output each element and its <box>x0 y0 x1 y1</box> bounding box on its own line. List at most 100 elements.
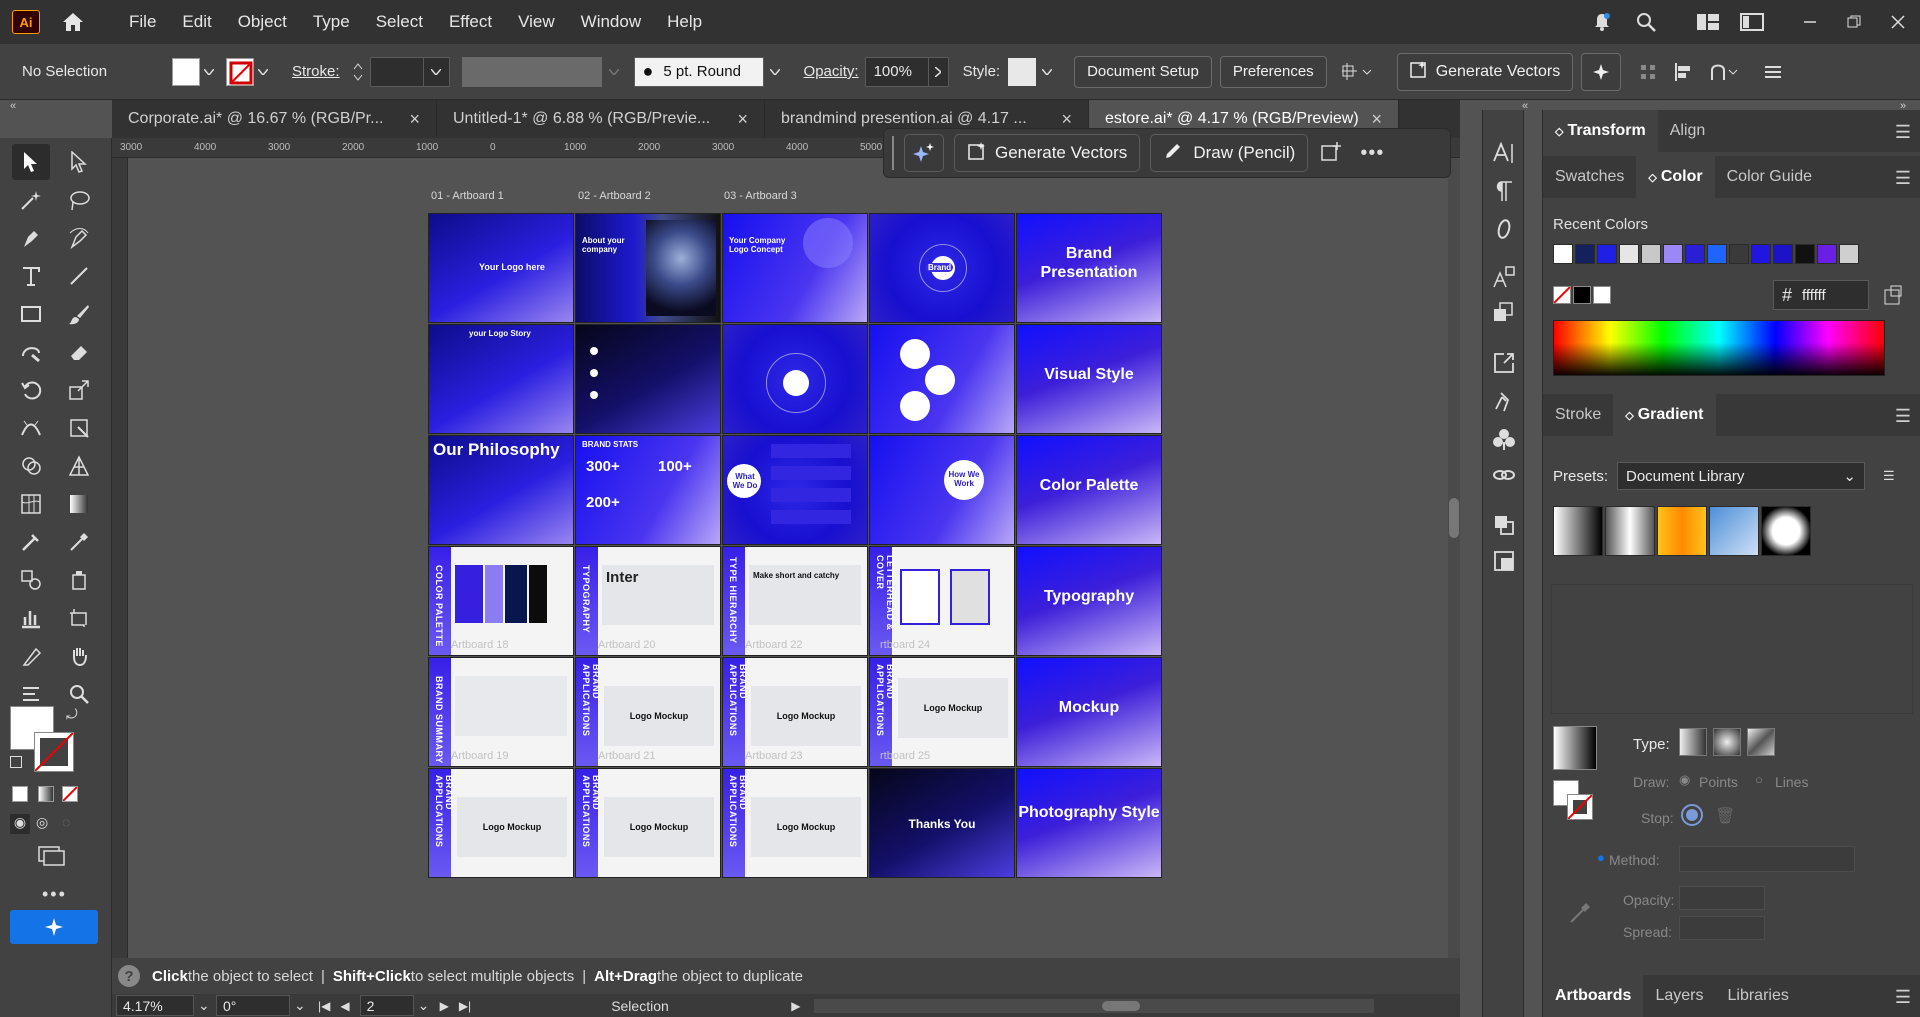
status-menu-icon[interactable]: ▶ <box>791 999 800 1013</box>
brush-definition[interactable]: ● 5 pt. Round <box>633 56 764 87</box>
artboard-26[interactable]: BRAND APPLICATIONS Logo Mockup <box>428 768 574 878</box>
gradient-preset-silver[interactable] <box>1605 506 1655 556</box>
eyedropper-icon[interactable] <box>1567 900 1593 929</box>
notification-bell-icon[interactable] <box>1580 0 1624 44</box>
menu-help[interactable]: Help <box>654 12 715 32</box>
recent-color-swatch[interactable] <box>1817 244 1837 264</box>
zoom-field[interactable]: 4.17% <box>116 995 194 1016</box>
artboard-6[interactable]: your Logo Story <box>428 324 574 434</box>
stroke-weight-field[interactable] <box>369 56 424 87</box>
previous-artboard-icon[interactable]: ◀ <box>340 999 349 1013</box>
scale-tool-icon[interactable] <box>60 372 98 408</box>
help-icon[interactable]: ? <box>118 965 140 987</box>
linear-gradient-icon[interactable] <box>1679 728 1707 756</box>
artboard-18[interactable]: COLOR PALETTE Artboard 18 <box>428 546 574 656</box>
selection-tool-icon[interactable] <box>12 144 50 180</box>
lines-radio-icon[interactable]: ○ <box>1755 772 1763 787</box>
stroke-color-swatch[interactable] <box>34 732 74 772</box>
panel-menu-icon[interactable]: ☰ <box>1895 122 1911 143</box>
generate-vectors-button[interactable]: Generate Vectors <box>1396 52 1574 91</box>
pen-tool-icon[interactable] <box>12 220 50 256</box>
artboard-9[interactable] <box>869 324 1015 434</box>
more-tools-icon[interactable]: ••• <box>42 884 67 905</box>
recent-color-swatch[interactable] <box>1729 244 1749 264</box>
chevron-right-icon[interactable] <box>928 56 949 87</box>
recent-color-swatch[interactable] <box>1773 244 1793 264</box>
gradient-mode-icon[interactable] <box>38 786 54 802</box>
perspective-grid-tool-icon[interactable] <box>60 448 98 484</box>
artboard-title[interactable]: 03 - Artboard 3 <box>724 190 797 202</box>
artboard-23[interactable]: BRAND APPLICATIONS Logo Mockup Artboard … <box>722 657 868 767</box>
pathfinder-icon[interactable] <box>1489 510 1519 540</box>
artboard-7[interactable] <box>575 324 721 434</box>
home-icon[interactable] <box>60 9 86 35</box>
recent-color-swatch[interactable] <box>1839 244 1859 264</box>
draw-pencil-button[interactable]: Draw (Pencil) <box>1150 134 1309 172</box>
magic-wand-tool-icon[interactable] <box>12 182 50 218</box>
stroke-swatch[interactable] <box>226 57 254 86</box>
artboard-3[interactable]: Your Company Logo Concept <box>722 213 868 323</box>
none-mode-icon[interactable] <box>62 786 78 802</box>
stroke-stepper[interactable] <box>350 61 366 83</box>
gradient-spread-field[interactable] <box>1679 916 1765 940</box>
lasso-tool-icon[interactable] <box>60 182 98 218</box>
menu-file[interactable]: File <box>116 12 169 32</box>
scroll-thumb[interactable] <box>1449 498 1459 538</box>
graphic-style-swatch[interactable] <box>1008 57 1037 86</box>
chevron-down-icon[interactable] <box>764 58 786 86</box>
opacity-label[interactable]: Opacity: <box>804 63 859 80</box>
brushes-icon[interactable] <box>1489 386 1519 416</box>
add-artboard-icon[interactable] <box>1320 141 1342 166</box>
recent-color-swatch[interactable] <box>1685 244 1705 264</box>
radial-gradient-icon[interactable] <box>1713 728 1741 756</box>
gradient-opacity-field[interactable] <box>1679 886 1765 910</box>
artboard-13[interactable]: What We Do <box>722 435 868 545</box>
presets-dropdown[interactable]: Document Library ⌄ <box>1617 462 1865 490</box>
scroll-thumb[interactable] <box>1102 1000 1141 1011</box>
width-tool-icon[interactable] <box>12 410 50 446</box>
next-artboard-icon[interactable]: ▶ <box>440 999 449 1013</box>
gradient-preset-orange[interactable] <box>1657 506 1707 556</box>
eyedropper-paint-icon[interactable] <box>12 524 50 560</box>
artboard-12[interactable]: BRAND STATS 300+ 100+ 200+ <box>575 435 721 545</box>
artboard-typography[interactable]: Typography <box>1016 546 1162 656</box>
tab-gradient[interactable]: ◇ Gradient <box>1613 394 1716 436</box>
gradient-preset-radial[interactable] <box>1761 506 1811 556</box>
points-radio-icon[interactable]: ◉ <box>1679 772 1690 788</box>
draw-inside-icon[interactable]: ◌ <box>62 814 70 830</box>
tab-color-guide[interactable]: Color Guide <box>1715 156 1824 198</box>
minimize-icon[interactable] <box>1788 0 1832 44</box>
rectangle-tool-icon[interactable] <box>12 296 50 332</box>
artboard-photography[interactable]: Photography Style <box>1016 768 1162 878</box>
stop-color-icon[interactable] <box>1681 804 1703 826</box>
recent-color-swatch[interactable] <box>1641 244 1661 264</box>
gradient-preset-white-black[interactable] <box>1553 506 1603 556</box>
chevron-down-icon[interactable] <box>200 58 218 86</box>
artboard-thanks[interactable]: Thanks You <box>869 768 1015 878</box>
close-icon[interactable]: × <box>1061 109 1072 130</box>
transparency-icon[interactable] <box>1489 546 1519 576</box>
collapse-toolbar-icon[interactable]: « <box>10 100 16 112</box>
artboard-5[interactable]: Brand Presentation <box>1016 213 1162 323</box>
symbols-icon[interactable] <box>1489 424 1519 454</box>
panel-menu-icon[interactable]: ☰ <box>1895 987 1911 1008</box>
eyedropper-tool-icon[interactable] <box>60 524 98 560</box>
panel-menu-icon[interactable]: ☰ <box>1895 406 1911 427</box>
chevron-down-icon[interactable]: ⌄ <box>294 997 318 1014</box>
preferences-button[interactable]: Preferences <box>1219 55 1327 88</box>
free-transform-tool-icon[interactable] <box>60 410 98 446</box>
first-artboard-icon[interactable]: |◀ <box>318 999 330 1013</box>
artboard-tool-icon[interactable] <box>60 600 98 636</box>
menu-edit[interactable]: Edit <box>169 12 224 32</box>
recent-color-swatch[interactable] <box>1707 244 1727 264</box>
artboard-mockup[interactable]: Mockup <box>1016 657 1162 767</box>
eraser-tool-icon[interactable] <box>60 334 98 370</box>
vertical-scrollbar[interactable] <box>1448 158 1460 958</box>
recent-color-swatch[interactable] <box>1575 244 1595 264</box>
align-left-icon[interactable] <box>1673 62 1693 82</box>
screen-mode-icon[interactable] <box>38 846 66 869</box>
recent-color-swatch[interactable] <box>1619 244 1639 264</box>
tab-untitled-1[interactable]: Untitled-1* @ 6.88 % (RGB/Previe... × <box>437 100 765 138</box>
symbol-sprayer-tool-icon[interactable] <box>60 562 98 598</box>
rotate-view-field[interactable]: 0° <box>216 995 290 1016</box>
